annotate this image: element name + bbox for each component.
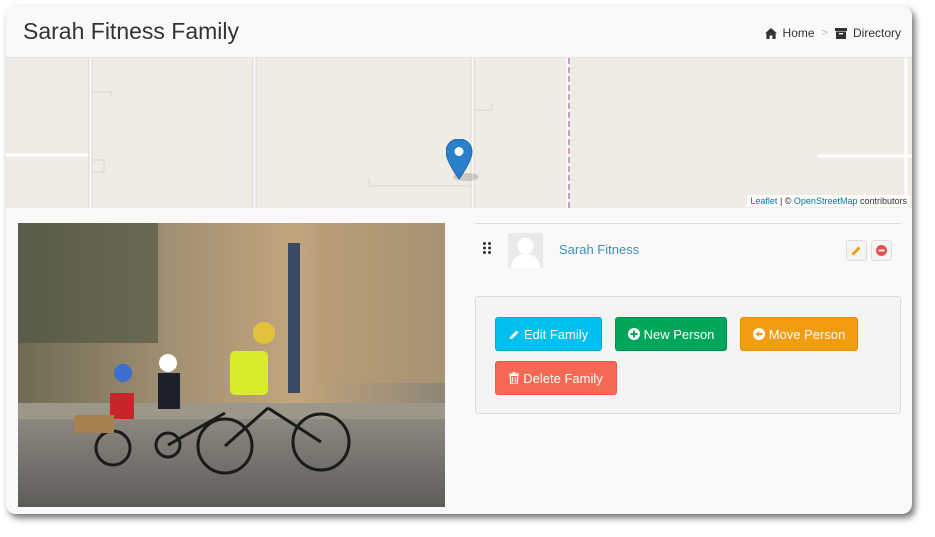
breadcrumb-home-label: Home <box>782 26 815 40</box>
pencil-icon <box>509 330 519 339</box>
openstreetmap-link[interactable]: OpenStreetMap <box>794 196 858 206</box>
family-member-row: Sarah Fitness <box>475 223 901 275</box>
attribution-suffix: contributors <box>857 196 907 206</box>
new-person-label: New Person <box>643 326 715 342</box>
app-window: Sarah Fitness Family Home > Directory Le… <box>6 6 912 514</box>
page-header: Sarah Fitness Family Home > Directory <box>6 6 912 58</box>
edit-family-button[interactable]: Edit Family <box>495 317 602 351</box>
move-person-button[interactable]: Move Person <box>740 317 858 351</box>
delete-family-button[interactable]: Delete Family <box>495 361 617 395</box>
move-person-label: Move Person <box>768 326 846 342</box>
breadcrumb-directory-link[interactable]: Directory <box>834 26 901 40</box>
leaflet-link[interactable]: Leaflet <box>750 196 777 206</box>
delete-family-label: Delete Family <box>523 370 603 386</box>
trash-icon <box>509 372 520 384</box>
map-attribution: Leaflet | © OpenStreetMap contributors <box>747 195 910 207</box>
remove-member-button[interactable] <box>871 240 892 261</box>
breadcrumb-home-link[interactable]: Home <box>764 26 815 40</box>
avatar <box>508 233 543 268</box>
archive-icon <box>834 27 847 39</box>
attribution-separator: | © <box>777 196 794 206</box>
map-tiles <box>6 58 912 208</box>
member-name-link[interactable]: Sarah Fitness <box>559 242 639 257</box>
family-photo <box>18 223 445 507</box>
page-title: Sarah Fitness Family <box>23 18 240 44</box>
pencil-icon <box>852 246 861 255</box>
arrow-circle-left-icon <box>752 328 765 340</box>
breadcrumb-directory-label: Directory <box>852 26 901 40</box>
home-icon <box>764 27 777 39</box>
minus-circle-icon <box>876 245 887 256</box>
drag-handle-icon[interactable] <box>483 242 491 254</box>
map-marker-icon[interactable] <box>446 139 486 183</box>
edit-member-button[interactable] <box>846 240 867 261</box>
family-actions-box: Edit Family New Person Move Person Delet… <box>475 296 901 414</box>
plus-circle-icon <box>627 328 640 340</box>
new-person-button[interactable]: New Person <box>615 317 727 351</box>
breadcrumb: Home > Directory <box>764 26 901 40</box>
breadcrumb-separator: > <box>821 27 828 39</box>
family-location-map[interactable]: Leaflet | © OpenStreetMap contributors <box>6 58 912 208</box>
edit-family-label: Edit Family <box>523 326 589 342</box>
